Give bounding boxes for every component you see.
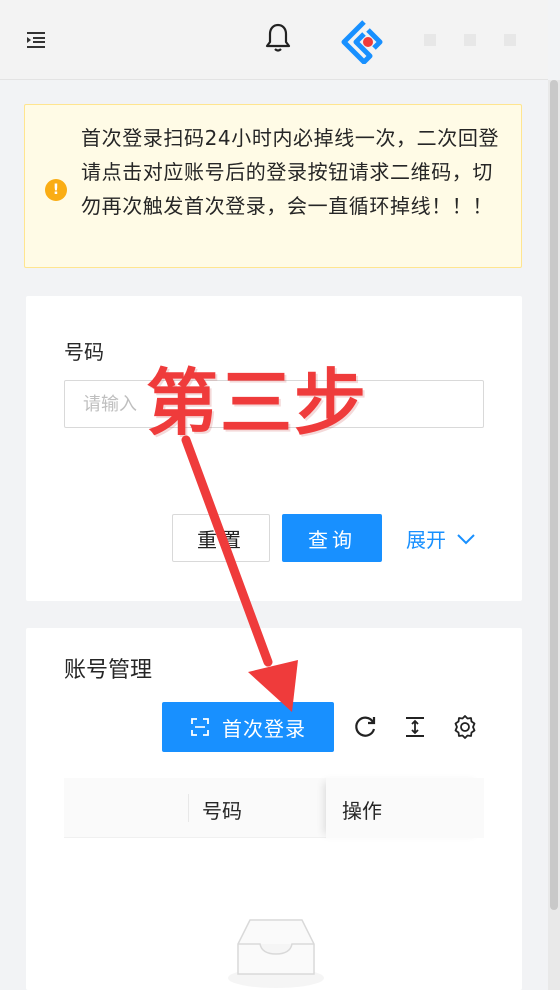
step-annotation: 第三步 (146, 361, 369, 445)
reload-icon[interactable] (352, 714, 378, 740)
scrollbar[interactable] (548, 80, 560, 990)
warning-alert: ! 首次登录扫码24小时内必掉线一次，二次回登请点击对应账号后的登录按钮请求二维… (24, 104, 522, 268)
scan-icon (191, 718, 209, 736)
alert-message: 首次登录扫码24小时内必掉线一次，二次回登请点击对应账号后的登录按钮请求二维码，… (81, 126, 500, 218)
search-card: 号码 重置 查询 展开 (26, 296, 522, 601)
exclamation-circle-icon: ! (45, 179, 67, 201)
query-button[interactable]: 查询 (282, 514, 382, 562)
column-header-number: 号码 (202, 799, 242, 823)
first-login-button[interactable]: 首次登录 (162, 702, 334, 752)
chevron-down-icon (457, 533, 475, 544)
column-header-action: 操作 (342, 799, 382, 823)
column-height-icon[interactable] (402, 714, 428, 740)
expand-label: 展开 (406, 528, 446, 552)
faint-header-icons (424, 34, 516, 46)
reset-button[interactable]: 重置 (172, 514, 270, 562)
app-logo-icon (341, 20, 383, 64)
number-label: 号码 (64, 340, 104, 364)
table-header: 号码 操作 (64, 778, 484, 838)
first-login-label: 首次登录 (222, 716, 306, 741)
bell-icon[interactable] (264, 22, 292, 54)
expand-toggle[interactable]: 展开 (406, 524, 476, 553)
setting-icon[interactable] (452, 714, 478, 740)
scrollbar-thumb[interactable] (550, 80, 558, 910)
top-header (0, 0, 548, 80)
account-card: 账号管理 首次登录 号码 操作 (26, 628, 522, 990)
card-title: 账号管理 (64, 658, 153, 683)
column-divider (188, 794, 189, 822)
empty-inbox-icon (228, 919, 324, 988)
menu-fold-icon[interactable] (24, 28, 48, 52)
